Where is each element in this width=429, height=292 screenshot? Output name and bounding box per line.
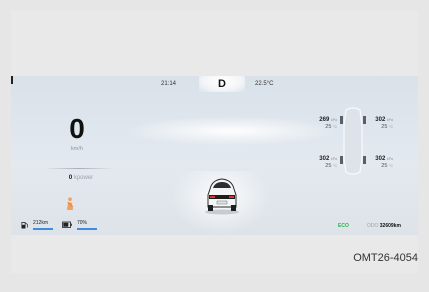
odometer-value: 32609km — [379, 223, 401, 229]
tire-temp-unit: °C — [389, 164, 393, 168]
tire-temp-unit: °C — [333, 125, 337, 129]
tire-pressure: 302 — [319, 156, 330, 162]
tire-front-left: 269 kPa 25 °C — [311, 117, 337, 131]
tire-front-right: 302 kPa 25 °C — [367, 117, 393, 131]
display-highlight — [121, 116, 341, 146]
power-value: 0 — [68, 175, 73, 181]
speed-unit: km/h — [71, 146, 83, 152]
tire-pressure-unit: kPa — [330, 118, 337, 122]
clock: 21:14 — [161, 81, 177, 87]
odometer-label: ODO — [367, 223, 379, 229]
tire-rear-right: 302 kPa 25 °C — [367, 156, 393, 170]
outside-temperature: 22.5°C — [255, 81, 274, 87]
tire-rear-left: 302 kPa 25 °C — [311, 156, 337, 170]
power-unit: kpower — [73, 175, 94, 181]
battery-bar — [77, 228, 97, 230]
battery-icon — [62, 221, 72, 228]
tire-pressure-unit: kPa — [330, 157, 337, 161]
tire-temp-unit: °C — [389, 125, 393, 129]
top-status-bar: 21:14 D 22.5°C — [11, 76, 418, 94]
driving-range: 212km — [33, 220, 49, 226]
bottom-status-bar: 212km 70% ECO ODO 32609km — [11, 220, 418, 235]
figure-code: OMT26-4054 — [353, 252, 418, 264]
tire-temp: 25 — [381, 163, 388, 169]
tire-pressure: 302 — [375, 117, 386, 123]
tire-pressure-unit: kPa — [386, 118, 393, 122]
tire-pressure: 269 — [319, 117, 330, 123]
speed-readout: 0 — [69, 113, 85, 144]
power-divider — [44, 168, 114, 169]
instrument-cluster-display: 21:14 D 22.5°C 0 km/h 0 kpower 269 kPa 2… — [11, 76, 418, 235]
tire-temp-unit: °C — [333, 164, 337, 168]
driver-seatbelt-icon — [67, 197, 74, 210]
vehicle-rear-icon — [205, 178, 239, 215]
tire-temp: 25 — [325, 124, 332, 130]
odometer: ODO 32609km — [367, 223, 401, 229]
power-readout: 0 kpower — [51, 175, 111, 181]
tire-pressure-car-outline — [340, 107, 366, 175]
tire-pressure-unit: kPa — [386, 157, 393, 161]
battery-level: 70% — [77, 220, 88, 226]
tire-pressure: 302 — [375, 156, 386, 162]
tire-temp: 25 — [325, 163, 332, 169]
gear-indicator: D — [218, 78, 226, 90]
tire-temp: 25 — [381, 124, 388, 130]
drive-mode-indicator: ECO — [338, 223, 349, 229]
fuel-pump-icon — [21, 222, 28, 229]
range-bar — [33, 228, 53, 230]
